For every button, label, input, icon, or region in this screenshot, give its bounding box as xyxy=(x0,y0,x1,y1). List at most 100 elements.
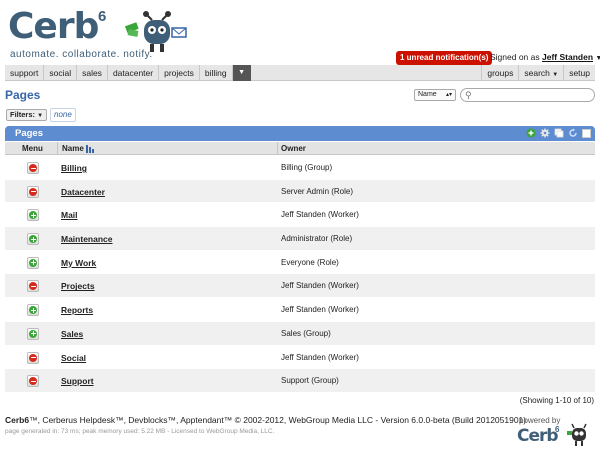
page-name-link[interactable]: Mail xyxy=(61,210,78,220)
plus-circle-icon xyxy=(29,258,37,267)
page-owner: Administrator (Role) xyxy=(281,234,353,244)
table-row: Maintenance Administrator (Role) xyxy=(5,227,595,251)
worklist-toolbar xyxy=(526,128,591,138)
page-name-link[interactable]: Reports xyxy=(61,305,93,315)
page-name-link[interactable]: Billing xyxy=(61,163,87,173)
quick-search-box[interactable]: ⚲ xyxy=(460,88,595,102)
powered-by-logo-sup: 6 xyxy=(555,425,560,434)
page-name-link[interactable]: Sales xyxy=(61,329,83,339)
nav-tab-support[interactable]: support xyxy=(5,65,45,81)
page-owner: Jeff Standen (Worker) xyxy=(281,352,359,362)
remove-from-menu-button[interactable] xyxy=(27,280,39,293)
nav-tab-billing[interactable]: billing xyxy=(200,65,233,81)
remove-from-menu-button[interactable] xyxy=(27,185,39,198)
column-divider xyxy=(57,142,58,155)
page-owner: Jeff Standen (Worker) xyxy=(281,281,359,291)
page-name-link[interactable]: Maintenance xyxy=(61,234,113,244)
icon-bar xyxy=(30,285,36,287)
select-arrows-icon: ▴▾ xyxy=(445,92,452,98)
page-owner: Sales (Group) xyxy=(281,328,331,338)
add-to-menu-button[interactable] xyxy=(27,256,39,269)
table-header: Menu Name Owner xyxy=(5,142,595,155)
plus-circle-icon xyxy=(29,329,37,338)
nav-tab-social[interactable]: social xyxy=(44,65,78,81)
main-nav: support social sales datacenter projects… xyxy=(5,65,595,81)
showing-count: (Showing 1-10 of 10) xyxy=(519,396,594,405)
footer-copyright-text: ™, Cerberus Helpdesk™, Devblocks™, Appte… xyxy=(29,415,527,425)
minus-circle-icon xyxy=(29,282,37,291)
icon-bar xyxy=(30,191,36,193)
icon-bar xyxy=(32,260,34,266)
robot-mascot-icon xyxy=(124,11,187,52)
sort-ascending-icon xyxy=(85,145,94,153)
add-to-menu-button[interactable] xyxy=(27,327,39,340)
icon-bar xyxy=(30,167,36,169)
icon-bar xyxy=(32,212,34,218)
copy-icon[interactable] xyxy=(554,128,564,138)
plus-circle-icon xyxy=(29,306,37,315)
nav-groups[interactable]: groups xyxy=(481,65,518,81)
page-name-link[interactable]: Datacenter xyxy=(61,187,105,197)
icon-bar xyxy=(30,357,36,358)
chevron-down-icon: ▼ xyxy=(552,72,559,78)
column-header-owner[interactable]: Owner xyxy=(281,144,306,153)
nav-tabs: support social sales datacenter projects… xyxy=(5,65,251,81)
footer-brand: Cerb6 xyxy=(5,415,30,425)
filter-value[interactable]: none xyxy=(50,108,76,122)
nav-search[interactable]: search ▼ xyxy=(518,65,563,81)
column-header-name[interactable]: Name xyxy=(62,144,95,153)
page-name-link[interactable]: Support xyxy=(61,376,94,386)
column-header-name-label: Name xyxy=(62,144,84,153)
pages-table-body: Billing Billing (Group) Datacenter Server A… xyxy=(5,156,595,393)
page-owner: Jeff Standen (Worker) xyxy=(281,210,359,220)
footer-copyright: Cerb6™, Cerberus Helpdesk™, Devblocks™, … xyxy=(5,415,526,425)
nav-tab-datacenter[interactable]: datacenter xyxy=(108,65,160,81)
add-icon[interactable] xyxy=(526,128,536,138)
add-to-menu-button[interactable] xyxy=(27,304,39,317)
icon-bar xyxy=(30,380,36,382)
search-field-select[interactable]: Name ▴▾ xyxy=(414,89,456,101)
page-name-link[interactable]: My Work xyxy=(61,258,96,268)
powered-by-label: powered by xyxy=(519,416,561,425)
powered-by-logo[interactable]: powered by Cerb 6 xyxy=(515,416,595,454)
icon-bar xyxy=(32,307,34,313)
page-owner: Server Admin (Role) xyxy=(281,186,354,196)
minus-circle-icon xyxy=(29,164,37,172)
add-to-menu-button[interactable] xyxy=(27,209,39,222)
table-row: Projects Jeff Standen (Worker) xyxy=(5,274,595,299)
add-to-menu-button[interactable] xyxy=(27,233,39,246)
filters-button[interactable]: Filters: ▼ xyxy=(6,109,48,121)
nav-right-links: groups search ▼ setup xyxy=(481,65,595,81)
table-row: Datacenter Server Admin (Role) xyxy=(5,179,595,204)
column-header-menu[interactable]: Menu xyxy=(22,144,43,153)
page-name-link[interactable]: Social xyxy=(61,353,86,363)
select-all-checkbox[interactable] xyxy=(582,128,591,138)
logo-sup: 6 xyxy=(98,8,107,25)
table-row: Billing Billing (Group) xyxy=(5,156,595,180)
icon-bar xyxy=(32,331,34,337)
footer-stats: page generated in: 73 ms; peak memory us… xyxy=(5,428,275,435)
user-menu-link[interactable]: Jeff Standen xyxy=(542,52,593,62)
remove-from-menu-button[interactable] xyxy=(27,162,39,174)
minus-circle-icon xyxy=(29,377,37,386)
nav-more-chevron-down-icon[interactable]: ▼ xyxy=(232,65,251,81)
unread-notifications-badge[interactable]: 1 unread notification(s) xyxy=(396,51,493,65)
quick-search-input[interactable] xyxy=(476,90,591,100)
page-owner: Billing (Group) xyxy=(281,163,333,172)
nav-tab-projects[interactable]: projects xyxy=(159,65,200,81)
remove-from-menu-button[interactable] xyxy=(27,351,39,364)
table-row: Mail Jeff Standen (Worker) xyxy=(5,203,595,228)
refresh-icon[interactable] xyxy=(568,128,578,138)
nav-tab-sales[interactable]: sales xyxy=(77,65,108,81)
table-row: Sales Sales (Group) xyxy=(5,321,595,346)
caret-down-icon[interactable]: ▼ xyxy=(595,55,600,62)
nav-setup[interactable]: setup xyxy=(563,65,595,81)
remove-from-menu-button[interactable] xyxy=(27,375,39,388)
page-name-link[interactable]: Projects xyxy=(61,281,95,291)
search-icon: ⚲ xyxy=(465,90,472,100)
table-row: My Work Everyone (Role) xyxy=(5,251,595,275)
filters-label: Filters: xyxy=(10,110,36,119)
gear-icon[interactable] xyxy=(540,128,550,138)
chevron-down-icon: ▼ xyxy=(37,113,44,119)
page-owner: Everyone (Role) xyxy=(281,257,339,267)
